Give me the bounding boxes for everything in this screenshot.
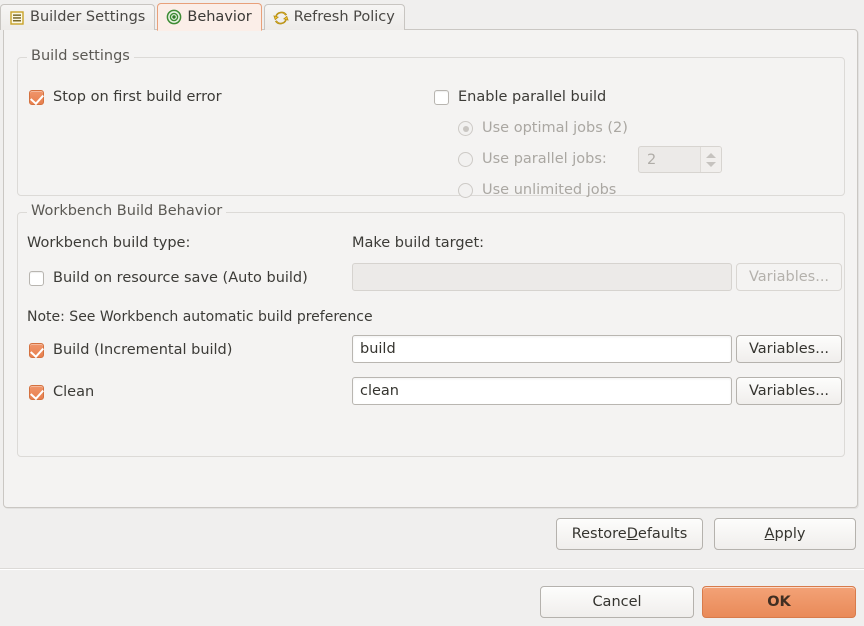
spinner-down-icon[interactable] [706, 161, 716, 167]
button-label-post: efaults [637, 526, 688, 542]
list-settings-icon [9, 10, 25, 26]
button-label: Cancel [592, 594, 642, 610]
button-label: OK [767, 594, 791, 610]
tab-strip: Builder Settings Behavior Refresh Policy [0, 0, 407, 31]
apply-button[interactable]: Apply [714, 518, 856, 550]
button-label-post: pply [774, 526, 806, 542]
radio-indicator [458, 121, 473, 136]
spinner-up-icon[interactable] [706, 152, 716, 158]
footer-divider [0, 568, 864, 570]
button-label: Variables... [748, 269, 830, 285]
checkbox-indicator [29, 90, 44, 105]
auto-build-note: Note: See Workbench automatic build pref… [27, 309, 373, 325]
restore-defaults-button[interactable]: Restore Defaults [556, 518, 703, 550]
tab-refresh-policy[interactable]: Refresh Policy [263, 4, 405, 30]
workbench-build-behavior-group: Workbench Build Behavior Workbench build… [17, 203, 845, 457]
button-label: Variables... [748, 341, 830, 357]
checkbox-indicator [29, 385, 44, 400]
radio-use-optimal-jobs[interactable]: Use optimal jobs (2) [458, 121, 628, 136]
checkbox-label: Enable parallel build [458, 89, 607, 106]
field-value: clean [360, 383, 399, 399]
behavior-tab-panel: Build settings Stop on first build error… [3, 29, 858, 508]
incremental-build-variables-button[interactable]: Variables... [736, 335, 842, 363]
radio-label: Use optimal jobs (2) [482, 120, 628, 137]
checkbox-indicator [29, 271, 44, 286]
checkbox-label: Clean [53, 384, 95, 401]
checkbox-indicator [434, 90, 449, 105]
checkbox-indicator [29, 343, 44, 358]
clean-build-variables-button[interactable]: Variables... [736, 377, 842, 405]
auto-build-variables-button[interactable]: Variables... [736, 263, 842, 291]
build-settings-group-title: Build settings [27, 48, 134, 64]
enable-parallel-build-checkbox[interactable]: Enable parallel build [434, 90, 606, 105]
incremental-build-checkbox[interactable]: Build (Incremental build) [29, 343, 232, 358]
checkbox-label: Stop on first build error [53, 89, 222, 106]
checkbox-label: Build on resource save (Auto build) [53, 270, 308, 287]
workbench-group-title: Workbench Build Behavior [27, 203, 227, 219]
radio-indicator [458, 152, 473, 167]
spinner-buttons[interactable] [700, 147, 721, 172]
parallel-jobs-spinner[interactable]: 2 [638, 146, 722, 173]
tab-label: Refresh Policy [293, 9, 395, 26]
cancel-button[interactable]: Cancel [540, 586, 694, 618]
radio-label: Use unlimited jobs [482, 182, 617, 199]
clean-checkbox[interactable]: Clean [29, 385, 94, 400]
tab-behavior[interactable]: Behavior [157, 3, 262, 31]
radio-label: Use parallel jobs: [482, 151, 607, 168]
incremental-build-target-field[interactable]: build [352, 335, 732, 363]
radio-use-unlimited-jobs[interactable]: Use unlimited jobs [458, 183, 616, 198]
auto-build-target-field[interactable] [352, 263, 732, 291]
build-on-resource-save-checkbox[interactable]: Build on resource save (Auto build) [29, 271, 308, 286]
tab-label: Builder Settings [30, 9, 146, 26]
tab-label: Behavior [187, 8, 252, 25]
tab-builder-settings[interactable]: Builder Settings [0, 4, 156, 30]
button-label-mnemonic: D [626, 526, 638, 542]
build-settings-group: Build settings Stop on first build error… [17, 48, 845, 198]
button-label: Variables... [748, 383, 830, 399]
target-circle-icon [166, 9, 182, 25]
radio-use-parallel-jobs[interactable]: Use parallel jobs: [458, 152, 607, 167]
refresh-arrows-icon [273, 10, 289, 26]
radio-indicator [458, 183, 473, 198]
make-build-target-label: Make build target: [352, 235, 485, 251]
workbench-build-type-label: Workbench build type: [27, 235, 191, 251]
spinner-value: 2 [647, 151, 657, 168]
ok-button[interactable]: OK [702, 586, 856, 618]
field-value: build [360, 341, 396, 357]
clean-build-target-field[interactable]: clean [352, 377, 732, 405]
button-label-mnemonic: A [764, 526, 775, 542]
stop-on-first-build-error-checkbox[interactable]: Stop on first build error [29, 90, 222, 105]
checkbox-label: Build (Incremental build) [53, 342, 233, 359]
button-label-pre: Restore [571, 526, 627, 542]
